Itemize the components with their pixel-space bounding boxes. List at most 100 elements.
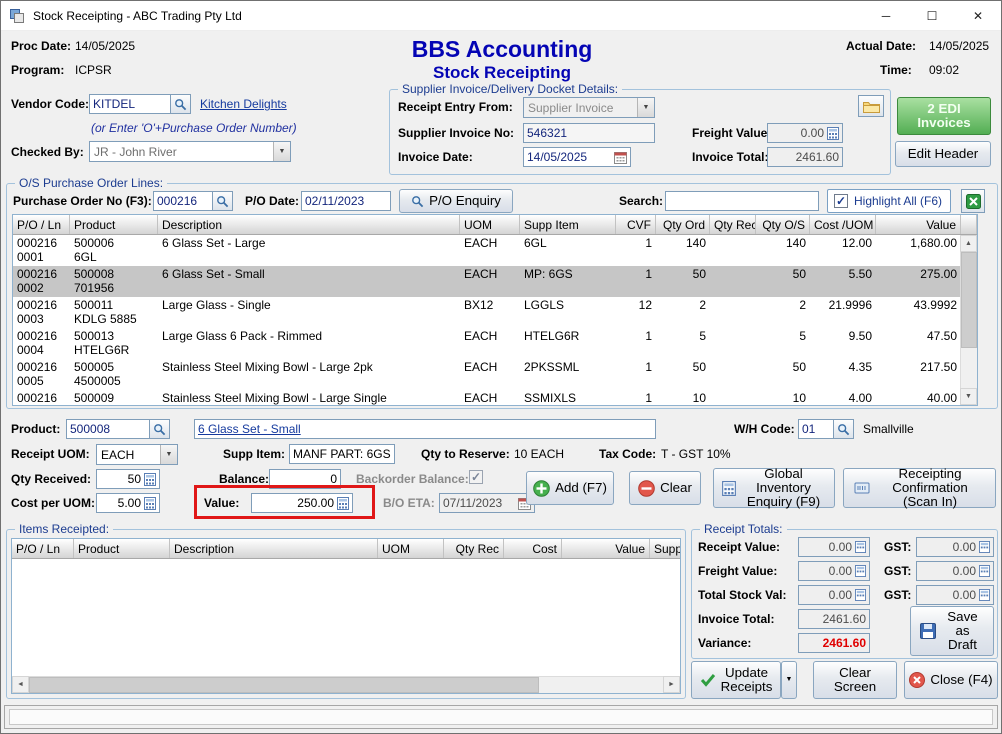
items-table-hscrollbar[interactable]: ◄ ►: [12, 676, 680, 693]
column-header[interactable]: Qty Ord: [656, 215, 710, 234]
column-header[interactable]: Cost /UOM: [810, 215, 876, 234]
scroll-up-icon[interactable]: ▲: [960, 235, 977, 252]
product-desc-field[interactable]: 6 Glass Set - Small: [194, 419, 656, 439]
scroll-left-icon[interactable]: ◄: [12, 676, 29, 693]
po-line-row[interactable]: 00021600015000066GL6 Glass Set - LargeEA…: [13, 235, 961, 266]
po-line-row[interactable]: 00021600055000054500005Stainless Steel M…: [13, 359, 961, 390]
column-header[interactable]: Supp Item: [520, 215, 616, 234]
vendor-hint: (or Enter 'O'+Purchase Order Number): [91, 121, 297, 135]
po-date-input[interactable]: 02/11/2023: [301, 191, 391, 211]
search-input[interactable]: [665, 191, 819, 211]
column-header[interactable]: Value: [562, 539, 650, 558]
invoice-date-input[interactable]: 14/05/2025: [523, 147, 631, 167]
maximize-button[interactable]: ☐: [909, 1, 955, 30]
items-table-header: P/O / LnProductDescriptionUOMQty RecCost…: [12, 539, 680, 559]
column-header[interactable]: Qty Rec: [444, 539, 504, 558]
qty-received-input[interactable]: 50: [96, 469, 160, 489]
clear-screen-button[interactable]: Clear Screen: [813, 661, 897, 699]
column-header[interactable]: Product: [70, 215, 158, 234]
vendor-search-icon[interactable]: [170, 94, 191, 114]
add-button[interactable]: Add (F7): [526, 471, 614, 505]
proc-date-value: 14/05/2025: [75, 39, 135, 53]
actual-date-value: 14/05/2025: [929, 39, 989, 53]
scroll-thumb[interactable]: [961, 252, 977, 348]
export-excel-icon[interactable]: [961, 189, 985, 213]
scroll-thumb[interactable]: [29, 677, 539, 693]
wh-search-icon[interactable]: [833, 419, 854, 439]
column-header[interactable]: Description: [170, 539, 378, 558]
column-header[interactable]: Qty Rec: [710, 215, 756, 234]
column-header[interactable]: UOM: [378, 539, 444, 558]
clear-minus-icon: [638, 480, 655, 497]
receipting-confirmation-button[interactable]: Receipting Confirmation (Scan In): [843, 468, 996, 508]
calculator-icon[interactable]: [144, 497, 156, 510]
product-search-icon[interactable]: [149, 419, 170, 439]
po-search-icon[interactable]: [212, 191, 233, 211]
calculator-icon[interactable]: [337, 497, 349, 510]
update-receipts-dropdown[interactable]: ▼: [781, 661, 797, 699]
status-bar: [4, 705, 998, 729]
calculator-icon[interactable]: [144, 473, 156, 486]
calculator-icon: [722, 481, 736, 496]
value-input[interactable]: 250.00: [251, 493, 353, 513]
save-as-draft-button[interactable]: Save as Draft: [910, 606, 994, 656]
supp-item-input[interactable]: MANF PART: 6GS: [289, 444, 395, 464]
column-header[interactable]: P/O / Ln: [12, 539, 74, 558]
cost-per-uom-label: Cost per UOM:: [11, 496, 95, 510]
column-header[interactable]: Product: [74, 539, 170, 558]
column-header[interactable]: Cost: [504, 539, 562, 558]
qty-received-label: Qty Received:: [11, 472, 91, 486]
clear-button[interactable]: Clear: [629, 471, 701, 505]
po-no-input[interactable]: 000216: [153, 191, 213, 211]
po-line-row[interactable]: 0002160003500011KDLG 5885Large Glass - S…: [13, 297, 961, 328]
po-line-row[interactable]: 000216500009Stainless Steel Mixing Bowl …: [13, 390, 961, 406]
update-receipts-button[interactable]: Update Receipts: [691, 661, 781, 699]
receipt-value-label: Receipt Value:: [698, 540, 780, 554]
freight-total-field: 0.00: [798, 561, 870, 581]
vendor-code-input[interactable]: KITDEL: [89, 94, 171, 114]
po-table-vscrollbar[interactable]: ▲ ▼: [960, 235, 977, 405]
column-header[interactable]: Description: [158, 215, 460, 234]
vendor-code-label: Vendor Code:: [11, 97, 89, 111]
column-header[interactable]: P/O / Ln: [13, 215, 70, 234]
invoice-date-label: Invoice Date:: [398, 150, 473, 164]
product-code-input[interactable]: 500008: [66, 419, 150, 439]
actual-date-label: Actual Date:: [846, 39, 916, 53]
folder-icon[interactable]: [858, 95, 884, 117]
supplier-invoice-no-input[interactable]: 546321: [523, 123, 655, 143]
global-inventory-enquiry-button[interactable]: Global Inventory Enquiry (F9): [713, 468, 835, 508]
add-plus-icon: [533, 480, 550, 497]
po-table-header: P/O / LnProductDescriptionUOMSupp ItemCV…: [13, 215, 977, 235]
highlight-all-checkbox[interactable]: ✓ Highlight All (F6): [827, 189, 951, 213]
edi-invoices-button[interactable]: 2 EDI Invoices: [897, 97, 991, 135]
column-header[interactable]: Supp It: [650, 539, 681, 558]
invoice-total-label: Invoice Total:: [692, 150, 768, 164]
checked-by-select[interactable]: JR - John River ▼: [89, 141, 291, 162]
column-header[interactable]: Qty O/S: [756, 215, 810, 234]
receipt-entry-from-select[interactable]: Supplier Invoice ▼: [523, 97, 655, 118]
scroll-right-icon[interactable]: ►: [663, 676, 680, 693]
product-label: Product:: [11, 422, 60, 436]
receipt-value-field: 0.00: [798, 537, 870, 557]
close-window-button[interactable]: ✕: [955, 1, 1001, 30]
column-header[interactable]: UOM: [460, 215, 520, 234]
minimize-button[interactable]: ─: [863, 1, 909, 30]
column-header[interactable]: CVF: [616, 215, 656, 234]
column-header[interactable]: Value: [876, 215, 961, 234]
cost-per-uom-input[interactable]: 5.00: [96, 493, 160, 513]
close-button[interactable]: Close (F4): [904, 661, 998, 699]
backorder-balance-label: Backorder Balance:: [356, 472, 469, 486]
po-enquiry-button[interactable]: P/O Enquiry: [399, 189, 513, 213]
backorder-balance-checkbox[interactable]: ✓: [469, 470, 483, 484]
calendar-icon[interactable]: [614, 151, 627, 164]
wh-code-input[interactable]: 01: [798, 419, 834, 439]
scroll-down-icon[interactable]: ▼: [960, 388, 977, 405]
highlight-all-label: Highlight All (F6): [854, 194, 942, 208]
po-line-row[interactable]: 00021600025000087019566 Glass Set - Smal…: [13, 266, 961, 297]
receipt-uom-select[interactable]: EACH ▼: [96, 444, 178, 465]
vendor-name-link[interactable]: Kitchen Delights: [200, 97, 287, 111]
freight-value-input[interactable]: 0.00: [767, 123, 843, 143]
calculator-icon: [827, 127, 839, 140]
po-line-row[interactable]: 0002160004500013HTELG6RLarge Glass 6 Pac…: [13, 328, 961, 359]
edit-header-button[interactable]: Edit Header: [895, 141, 991, 167]
